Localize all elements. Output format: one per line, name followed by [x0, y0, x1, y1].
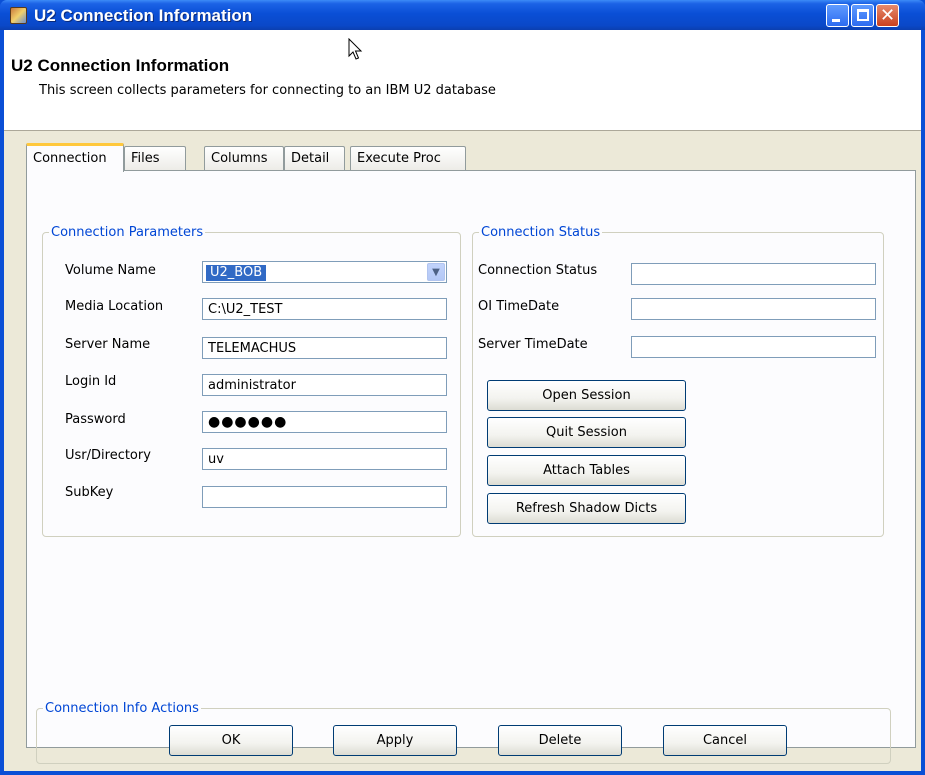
volume-name-label: Volume Name — [65, 263, 156, 278]
close-icon: ✕ — [879, 5, 896, 26]
connection-status-label: Connection Status — [478, 263, 598, 278]
connection-status-legend: Connection Status — [481, 225, 601, 240]
server-name-label: Server Name — [65, 337, 151, 352]
tab-files[interactable]: Files — [124, 146, 186, 171]
open-session-button[interactable]: Open Session — [487, 380, 686, 411]
title-bar[interactable]: U2 Connection Information ✕ — [0, 0, 925, 30]
oi-timedate-field[interactable] — [631, 298, 876, 320]
usr-directory-field[interactable]: uv — [202, 448, 447, 470]
app-window: U2 Connection Information ✕ U2 Connectio… — [0, 0, 925, 775]
database-app-icon[interactable] — [10, 7, 27, 24]
dialog-client-area: U2 Connection Information This screen co… — [4, 30, 921, 771]
dialog-header: U2 Connection Information This screen co… — [4, 30, 921, 131]
tab-connection[interactable]: Connection — [26, 143, 124, 172]
ok-button[interactable]: OK — [169, 725, 293, 756]
password-field[interactable]: ●●●●●● — [202, 411, 447, 433]
page-description: This screen collects parameters for conn… — [39, 83, 496, 98]
close-button[interactable]: ✕ — [876, 4, 899, 27]
minimize-icon — [832, 19, 840, 22]
subkey-field[interactable] — [202, 486, 447, 508]
tab-detail[interactable]: Detail — [284, 146, 345, 171]
mouse-pointer-icon — [348, 38, 363, 60]
media-location-label: Media Location — [65, 299, 164, 314]
server-timedate-field[interactable] — [631, 336, 876, 358]
oi-timedate-label: OI TimeDate — [478, 299, 560, 314]
delete-button[interactable]: Delete — [498, 725, 622, 756]
server-name-field[interactable]: TELEMACHUS — [202, 337, 447, 359]
password-label: Password — [65, 412, 126, 427]
connection-parameters-legend: Connection Parameters — [51, 225, 204, 240]
server-timedate-label: Server TimeDate — [478, 337, 588, 352]
page-title: U2 Connection Information — [11, 56, 230, 75]
attach-tables-button[interactable]: Attach Tables — [487, 455, 686, 486]
tab-execute-proc[interactable]: Execute Proc — [350, 146, 466, 171]
quit-session-button[interactable]: Quit Session — [487, 417, 686, 448]
chevron-down-icon[interactable]: ▼ — [427, 263, 445, 281]
usr-directory-label: Usr/Directory — [65, 448, 151, 463]
connection-tab-panel: Connection Parameters Volume Name U2_BOB… — [26, 170, 916, 764]
login-id-field[interactable]: administrator — [202, 374, 447, 396]
cancel-button[interactable]: Cancel — [663, 725, 787, 756]
window-title: U2 Connection Information — [34, 6, 253, 25]
media-location-field[interactable]: C:\U2_TEST — [202, 298, 447, 320]
tab-columns[interactable]: Columns — [204, 146, 284, 171]
volume-name-select[interactable]: U2_BOB ▼ — [202, 261, 447, 283]
minimize-button[interactable] — [826, 4, 849, 27]
connection-info-actions-legend: Connection Info Actions — [45, 701, 199, 716]
login-id-label: Login Id — [65, 374, 117, 389]
connection-status-field[interactable] — [631, 263, 876, 285]
apply-button[interactable]: Apply — [333, 725, 457, 756]
maximize-icon — [857, 9, 869, 21]
subkey-label: SubKey — [65, 485, 114, 500]
volume-name-value: U2_BOB — [206, 265, 267, 281]
maximize-button[interactable] — [851, 4, 874, 27]
refresh-shadow-dicts-button[interactable]: Refresh Shadow Dicts — [487, 493, 686, 524]
